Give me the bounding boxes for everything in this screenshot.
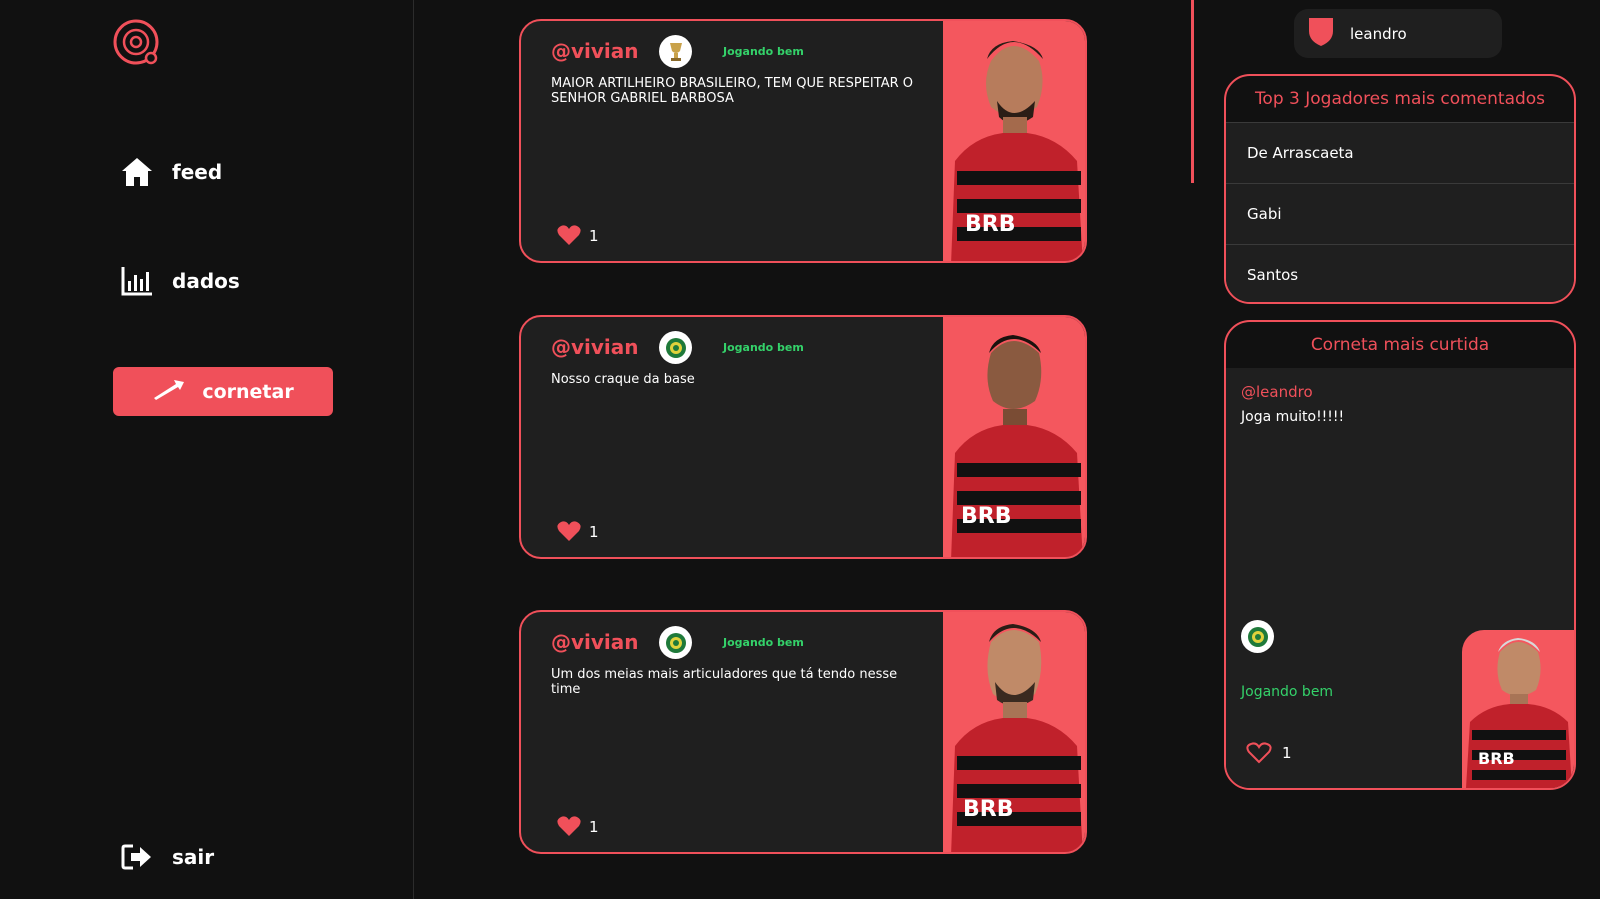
nav-feed[interactable]: feed — [120, 155, 222, 189]
sidebar: feed dados cornetar sair — [0, 0, 414, 899]
nav-sair[interactable]: sair — [120, 840, 214, 874]
svg-text:BRB: BRB — [1478, 749, 1515, 768]
user-name: leandro — [1350, 24, 1407, 43]
player-photo: BRB — [943, 21, 1085, 261]
nav-feed-label: feed — [172, 160, 223, 184]
heart-filled-icon — [557, 816, 581, 836]
svg-text:BRB: BRB — [965, 212, 1015, 237]
app-logo-icon[interactable] — [112, 18, 164, 70]
top3-item[interactable]: Gabi — [1226, 183, 1574, 244]
feed-scrollbar[interactable] — [1191, 0, 1194, 183]
brasileirao-icon — [659, 331, 692, 364]
most-liked-panel: Corneta mais curtida @leandro Joga muito… — [1224, 320, 1576, 790]
user-profile-chip[interactable]: leandro — [1294, 9, 1502, 58]
feed: @vivian Jogando bem MAIOR ARTILHEIRO BRA… — [415, 0, 1194, 899]
player-photo: BRB — [943, 317, 1085, 557]
post-text: Nosso craque da base — [551, 372, 695, 387]
like-button[interactable]: 1 — [557, 225, 599, 246]
heart-filled-icon — [557, 521, 581, 541]
top3-panel: Top 3 Jogadores mais comentados De Arras… — [1224, 74, 1576, 304]
most-liked-status: Jogando bem — [1241, 684, 1334, 700]
like-count: 1 — [1282, 744, 1292, 762]
top3-item[interactable]: Santos — [1226, 244, 1574, 302]
cornetar-button[interactable]: cornetar — [113, 367, 333, 416]
player-photo: BRB — [1462, 630, 1574, 788]
cornetar-label: cornetar — [202, 380, 294, 403]
post-author[interactable]: @vivian — [551, 630, 639, 654]
brasileirao-icon — [1241, 620, 1274, 653]
like-button[interactable]: 1 — [557, 816, 599, 837]
bar-chart-icon — [120, 264, 154, 298]
post-status: Jogando bem — [723, 341, 804, 354]
like-count: 1 — [589, 522, 599, 541]
heart-filled-icon — [557, 225, 581, 245]
like-count: 1 — [589, 817, 599, 836]
svg-text:BRB: BRB — [963, 797, 1013, 822]
post-status: Jogando bem — [723, 45, 804, 58]
svg-text:BRB: BRB — [961, 504, 1011, 529]
most-liked-title: Corneta mais curtida — [1310, 335, 1490, 355]
top3-title: Top 3 Jogadores mais comentados — [1254, 89, 1546, 109]
post-card[interactable]: @vivian Jogando bem Um dos meias mais ar… — [519, 610, 1087, 854]
home-icon — [120, 155, 154, 189]
post-author[interactable]: @vivian — [551, 335, 639, 359]
like-button[interactable]: 1 — [557, 521, 599, 542]
most-liked-author[interactable]: @leandro — [1241, 383, 1313, 401]
post-text: Um dos meias mais articuladores que tá t… — [551, 667, 898, 697]
logout-icon — [120, 840, 154, 874]
brasileirao-icon — [659, 626, 692, 659]
post-card[interactable]: @vivian Jogando bem Nosso craque da base… — [519, 315, 1087, 559]
post-card[interactable]: @vivian Jogando bem MAIOR ARTILHEIRO BRA… — [519, 19, 1087, 263]
most-liked-post[interactable]: @leandro Joga muito!!!!! Jogando bem 1 B… — [1226, 368, 1574, 788]
heart-outline-icon — [1246, 742, 1272, 764]
team-shield-icon — [1308, 17, 1334, 51]
libertadores-trophy-icon — [659, 35, 692, 68]
player-photo: BRB — [943, 612, 1085, 852]
post-status: Jogando bem — [723, 636, 804, 649]
like-button[interactable]: 1 — [1246, 742, 1292, 764]
nav-dados-label: dados — [172, 269, 240, 293]
most-liked-text: Joga muito!!!!! — [1241, 409, 1345, 425]
nav-dados[interactable]: dados — [120, 264, 240, 298]
post-author[interactable]: @vivian — [551, 39, 639, 63]
nav-sair-label: sair — [172, 845, 215, 869]
post-text: MAIOR ARTILHEIRO BRASILEIRO, TEM QUE RES… — [551, 76, 913, 106]
like-count: 1 — [589, 226, 599, 245]
horn-icon — [152, 378, 186, 405]
top3-item[interactable]: De Arrascaeta — [1226, 122, 1574, 183]
